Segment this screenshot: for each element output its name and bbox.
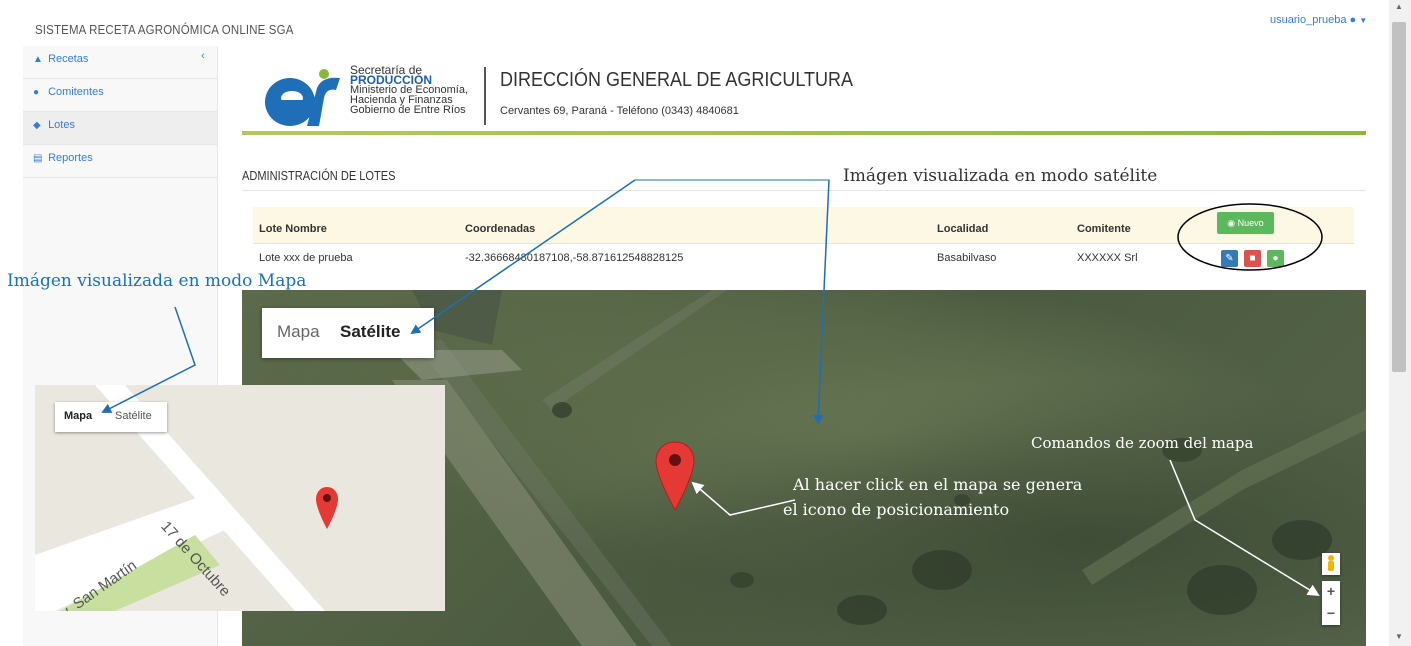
- map-mode-arrow: [101, 306, 196, 413]
- highlight-ellipse: [1177, 203, 1323, 271]
- annotation-overlay: [101, 179, 1323, 597]
- satellite-arrow: [411, 179, 830, 424]
- zoom-arrow: [1169, 459, 1320, 597]
- click-arrow: [691, 481, 796, 516]
